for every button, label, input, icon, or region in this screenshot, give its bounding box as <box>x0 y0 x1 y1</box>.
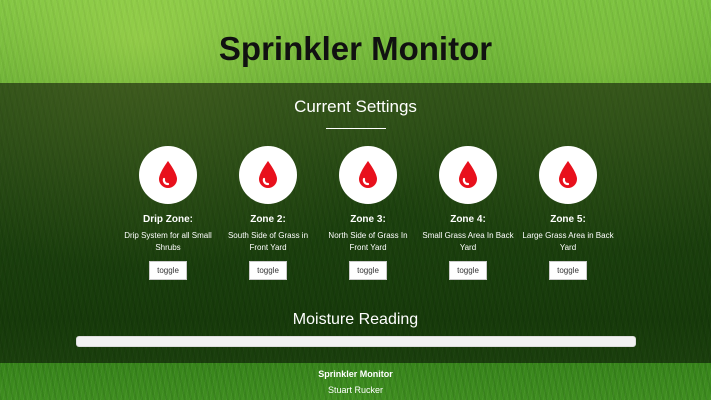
zone-name: Zone 3: <box>350 214 386 225</box>
footer-author: Stuart Rucker <box>327 385 384 395</box>
zone-name: Drip Zone: <box>143 214 193 225</box>
footer-title: Sprinkler Monitor <box>318 369 393 379</box>
moisture-reading-heading: Moisture Reading <box>292 311 419 328</box>
current-settings-heading: Current Settings <box>294 97 417 116</box>
toggle-button[interactable]: toggle <box>349 261 387 280</box>
toggle-button[interactable]: toggle <box>449 261 487 280</box>
water-drop-icon <box>539 146 597 204</box>
heading-divider <box>326 128 386 129</box>
water-drop-icon <box>339 146 397 204</box>
zone-card-4: Zone 4: Small Grass Area In Back Yard to… <box>418 146 518 280</box>
water-drop-icon <box>439 146 497 204</box>
zone-card-3: Zone 3: North Side of Grass In Front Yar… <box>318 146 418 280</box>
zone-description: South Side of Grass in Front Yard <box>227 231 309 252</box>
app-title: Sprinkler Monitor <box>218 30 493 67</box>
toggle-button[interactable]: toggle <box>249 261 287 280</box>
zone-name: Zone 4: <box>450 214 486 225</box>
zone-name: Zone 5: <box>550 214 586 225</box>
zone-description: Large Grass Area in Back Yard <box>522 231 614 252</box>
water-drop-icon <box>239 146 297 204</box>
zone-list: Drip Zone: Drip System for all Small Shr… <box>118 146 614 280</box>
water-drop-icon <box>139 146 197 204</box>
toggle-button[interactable]: toggle <box>149 261 187 280</box>
zone-card-drip: Drip Zone: Drip System for all Small Shr… <box>118 146 218 280</box>
zone-description: North Side of Grass In Front Yard <box>328 231 408 252</box>
zone-card-5: Zone 5: Large Grass Area in Back Yard to… <box>518 146 618 280</box>
zone-name: Zone 2: <box>250 214 286 225</box>
moisture-progress-bar <box>76 336 636 347</box>
toggle-button[interactable]: toggle <box>549 261 587 280</box>
zone-description: Small Grass Area In Back Yard <box>422 231 514 252</box>
zone-card-2: Zone 2: South Side of Grass in Front Yar… <box>218 146 318 280</box>
zone-description: Drip System for all Small Shrubs <box>124 231 212 252</box>
